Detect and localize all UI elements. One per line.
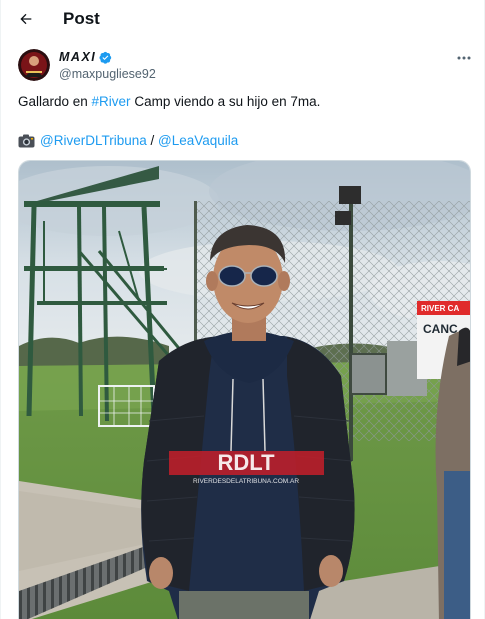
avatar[interactable]	[18, 49, 50, 81]
more-options-button[interactable]	[455, 51, 473, 65]
post-frame: Post MAXI @maxpugliese92 Gallardo en #Ri…	[0, 0, 485, 619]
page-title: Post	[63, 9, 100, 28]
author-handle[interactable]: @maxpugliese92	[59, 67, 156, 81]
author-block: MAXI @maxpugliese92	[18, 49, 471, 83]
hashtag-link[interactable]: #River	[92, 94, 131, 109]
arrow-left-icon	[20, 13, 32, 25]
photo-credit: @RiverDLTribuna / @LeaVaquila	[18, 133, 238, 148]
back-button[interactable]	[15, 8, 37, 30]
mention-riverdltribuna[interactable]: @RiverDLTribuna	[40, 133, 147, 148]
mention-leavaquila[interactable]: @LeaVaquila	[158, 133, 238, 148]
more-horizontal-icon	[457, 56, 471, 60]
tweet-text-end: Camp viendo a su hijo en 7ma.	[130, 94, 321, 109]
verified-badge-icon	[99, 51, 112, 64]
display-name: MAXI	[59, 50, 97, 64]
photo-scene: RIVER CA CANC RDLT RIVERDESDELATRIBUNA.C…	[19, 161, 470, 619]
sign-header-text: RIVER CA	[421, 304, 459, 313]
watermark-url: RIVERDESDELATRIBUNA.COM.AR	[193, 478, 299, 485]
tweet-text: Gallardo en #River Camp viendo a su hijo…	[18, 94, 320, 109]
post-header: Post	[1, 0, 485, 38]
credit-separator: /	[146, 133, 158, 148]
author-name-link[interactable]: MAXI	[59, 50, 112, 64]
tweet-photo[interactable]: RIVER CA CANC RDLT RIVERDESDELATRIBUNA.C…	[18, 160, 471, 619]
tweet-text-start: Gallardo en	[18, 94, 92, 109]
camera-icon	[18, 134, 35, 147]
sign-text: CANC	[423, 322, 458, 336]
watermark-logo: RDLT	[217, 450, 275, 475]
